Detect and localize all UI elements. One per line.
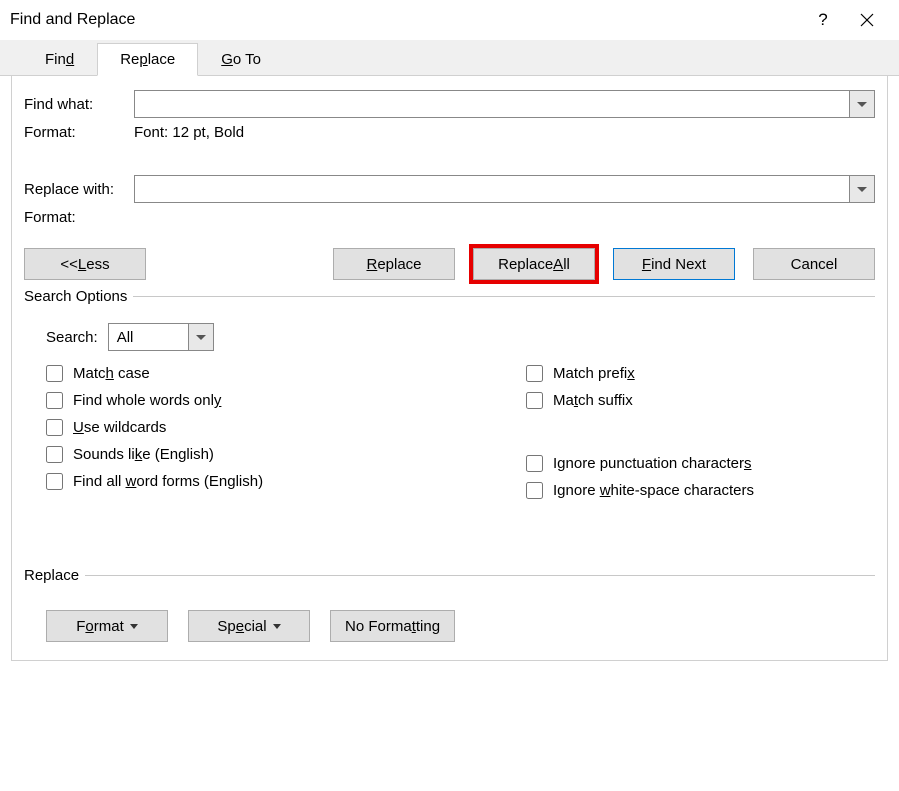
search-options-legend: Search Options (24, 288, 133, 305)
word-forms-checkbox[interactable]: Find all word forms (English) (46, 473, 526, 490)
find-what-dropdown[interactable] (849, 90, 875, 118)
close-icon (860, 13, 874, 27)
search-direction-label: Search: (46, 329, 98, 346)
dialog-title: Find and Replace (10, 11, 801, 29)
find-what-label: Find what: (24, 96, 134, 113)
help-button[interactable]: ? (801, 3, 845, 37)
replace-with-dropdown[interactable] (849, 175, 875, 203)
close-button[interactable] (845, 3, 889, 37)
replace-with-combo (134, 175, 875, 203)
search-direction-dropdown[interactable] (188, 323, 214, 351)
tab-find[interactable]: Find (22, 43, 97, 75)
search-options-group: Search Options Search: All Match case Fi… (24, 288, 875, 559)
replace-with-label: Replace with: (24, 181, 134, 198)
match-case-checkbox[interactable]: Match case (46, 365, 526, 382)
chevron-down-icon (857, 187, 867, 192)
whole-words-checkbox[interactable]: Find whole words only (46, 392, 526, 409)
search-direction-value: All (108, 323, 188, 351)
tab-replace[interactable]: Replace (97, 43, 198, 76)
format-label: Format: (24, 124, 134, 141)
replace-group: Replace Format Special No Formatting (24, 567, 875, 642)
chevron-down-icon (857, 102, 867, 107)
replace-button[interactable]: Replace (333, 248, 455, 280)
dialog-panel: Find what: Format: Font: 12 pt, Bold Rep… (11, 76, 888, 661)
special-menu-button[interactable]: Special (188, 610, 310, 642)
replace-with-input[interactable] (134, 175, 849, 203)
find-what-input[interactable] (134, 90, 849, 118)
sounds-like-checkbox[interactable]: Sounds like (English) (46, 446, 526, 463)
format2-label: Format: (24, 209, 134, 226)
cancel-button[interactable]: Cancel (753, 248, 875, 280)
button-row: << Less Replace Replace All Find Next Ca… (24, 248, 875, 280)
ignore-punct-checkbox[interactable]: Ignore punctuation characters (526, 455, 754, 472)
replace-group-legend: Replace (24, 567, 85, 584)
ignore-whitespace-checkbox[interactable]: Ignore white-space characters (526, 482, 754, 499)
tab-goto[interactable]: Go To (198, 43, 284, 75)
no-formatting-button[interactable]: No Formatting (330, 610, 455, 642)
search-direction-select[interactable]: All (108, 323, 214, 351)
chevron-down-icon (196, 335, 206, 340)
match-prefix-checkbox[interactable]: Match prefix (526, 365, 754, 382)
caret-down-icon (273, 624, 281, 629)
caret-down-icon (130, 624, 138, 629)
tab-bar: Find Replace Go To (0, 40, 899, 76)
find-what-combo (134, 90, 875, 118)
replace-all-button[interactable]: Replace All (473, 248, 595, 280)
title-bar: Find and Replace ? (0, 0, 899, 40)
match-suffix-checkbox[interactable]: Match suffix (526, 392, 754, 409)
find-next-button[interactable]: Find Next (613, 248, 735, 280)
less-button[interactable]: << Less (24, 248, 146, 280)
wildcards-checkbox[interactable]: Use wildcards (46, 419, 526, 436)
format-value: Font: 12 pt, Bold (134, 124, 244, 141)
format-menu-button[interactable]: Format (46, 610, 168, 642)
